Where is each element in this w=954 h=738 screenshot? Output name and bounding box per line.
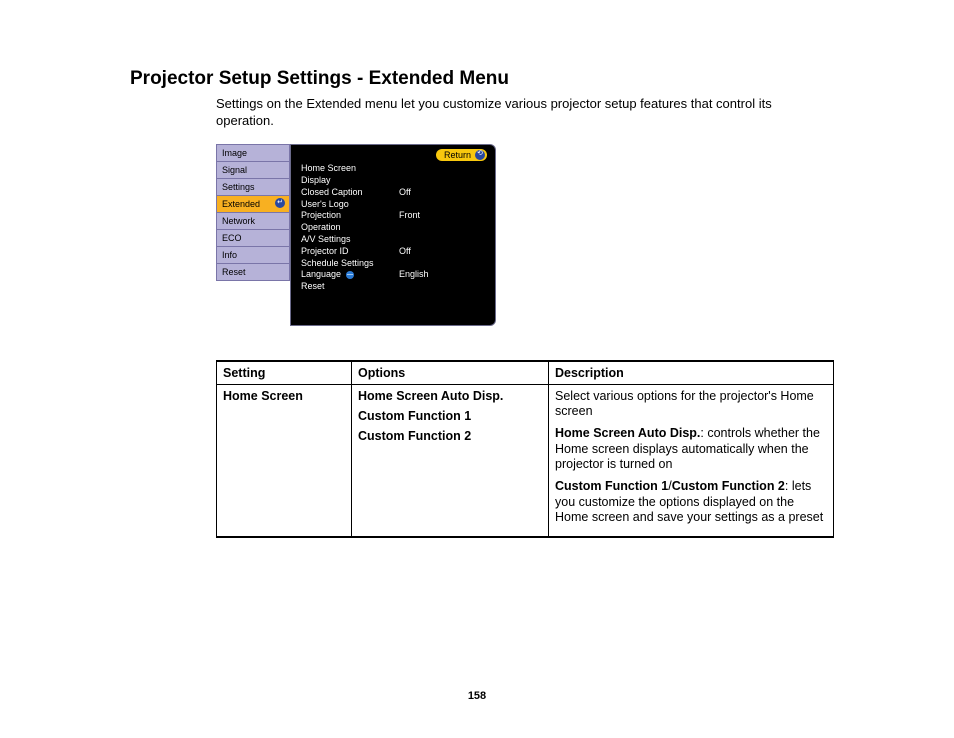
sidebar-item-image[interactable]: Image [216, 144, 290, 161]
panel-value: English [399, 269, 429, 280]
sidebar-item-settings[interactable]: Settings [216, 178, 290, 195]
return-button[interactable]: Return [436, 149, 487, 161]
sidebar-label: Network [222, 216, 255, 226]
panel-value: Off [399, 246, 411, 257]
panel-value: Off [399, 187, 411, 198]
option-item: Custom Function 2 [358, 429, 542, 443]
panel-label: Closed Caption [301, 187, 399, 198]
sidebar-item-extended[interactable]: Extended [216, 195, 290, 212]
th-setting: Setting [217, 361, 352, 385]
panel-label: A/V Settings [301, 234, 399, 245]
osd-sidebar: Image Signal Settings Extended Network E… [216, 144, 290, 326]
panel-row-language[interactable]: Language English [301, 269, 487, 281]
settings-table: Setting Options Description Home Screen … [216, 360, 834, 538]
panel-row-schedule-settings[interactable]: Schedule Settings [301, 257, 487, 269]
panel-label: Reset [301, 281, 399, 292]
globe-icon [346, 271, 354, 279]
panel-label: Projector ID [301, 246, 399, 257]
sidebar-item-signal[interactable]: Signal [216, 161, 290, 178]
panel-label: Projection [301, 210, 399, 221]
option-item: Home Screen Auto Disp. [358, 389, 542, 403]
page-title: Projector Setup Settings - Extended Menu [130, 68, 834, 90]
return-icon [475, 150, 485, 160]
panel-row-av-settings[interactable]: A/V Settings [301, 234, 487, 246]
desc-paragraph: Select various options for the projector… [555, 389, 827, 420]
sidebar-item-reset[interactable]: Reset [216, 263, 290, 281]
panel-label: Operation [301, 222, 399, 233]
sidebar-item-eco[interactable]: ECO [216, 229, 290, 246]
panel-label: Home Screen [301, 163, 399, 174]
th-description: Description [549, 361, 834, 385]
sidebar-label: Signal [222, 165, 247, 175]
sidebar-item-network[interactable]: Network [216, 212, 290, 229]
table-row: Home Screen Home Screen Auto Disp. Custo… [217, 384, 834, 537]
panel-label: User's Logo [301, 199, 399, 210]
panel-row-users-logo[interactable]: User's Logo [301, 198, 487, 210]
panel-row-projector-id[interactable]: Projector IDOff [301, 245, 487, 257]
option-item: Custom Function 1 [358, 409, 542, 423]
panel-label: Schedule Settings [301, 258, 399, 269]
panel-row-reset[interactable]: Reset [301, 281, 487, 293]
enter-icon [275, 198, 285, 208]
th-options: Options [352, 361, 549, 385]
panel-label: Display [301, 175, 399, 186]
sidebar-label: ECO [222, 233, 242, 243]
desc-paragraph: Custom Function 1/Custom Function 2: let… [555, 479, 827, 526]
panel-value: Front [399, 210, 420, 221]
cell-description: Select various options for the projector… [549, 384, 834, 537]
table-header-row: Setting Options Description [217, 361, 834, 385]
sidebar-label: Settings [222, 182, 255, 192]
sidebar-label: Info [222, 250, 237, 260]
panel-row-projection[interactable]: ProjectionFront [301, 210, 487, 222]
intro-text: Settings on the Extended menu let you cu… [216, 96, 826, 130]
sidebar-item-info[interactable]: Info [216, 246, 290, 263]
desc-paragraph: Home Screen Auto Disp.: controls whether… [555, 426, 827, 473]
panel-row-operation[interactable]: Operation [301, 222, 487, 234]
cell-options: Home Screen Auto Disp. Custom Function 1… [352, 384, 549, 537]
sidebar-label: Extended [222, 199, 260, 209]
panel-row-display[interactable]: Display [301, 175, 487, 187]
return-label: Return [444, 150, 471, 160]
osd-screenshot: Image Signal Settings Extended Network E… [216, 144, 834, 326]
panel-row-closed-caption[interactable]: Closed CaptionOff [301, 186, 487, 198]
page-number: 158 [0, 690, 954, 702]
panel-label: Language [301, 269, 399, 280]
sidebar-label: Image [222, 148, 247, 158]
panel-row-home-screen[interactable]: Home Screen [301, 163, 487, 175]
osd-panel: Return Home Screen Display Closed Captio… [290, 144, 496, 326]
sidebar-label: Reset [222, 267, 246, 277]
cell-setting: Home Screen [217, 384, 352, 537]
